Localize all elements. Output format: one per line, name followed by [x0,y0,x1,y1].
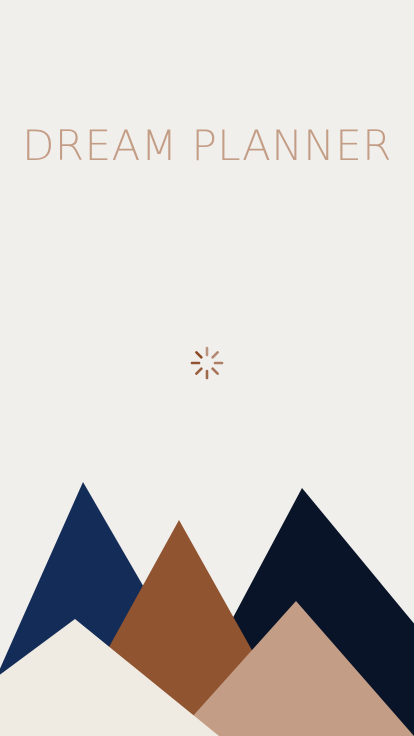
splash-screen: DREAM PLANNER [0,0,414,736]
mountains-illustration [0,482,414,736]
